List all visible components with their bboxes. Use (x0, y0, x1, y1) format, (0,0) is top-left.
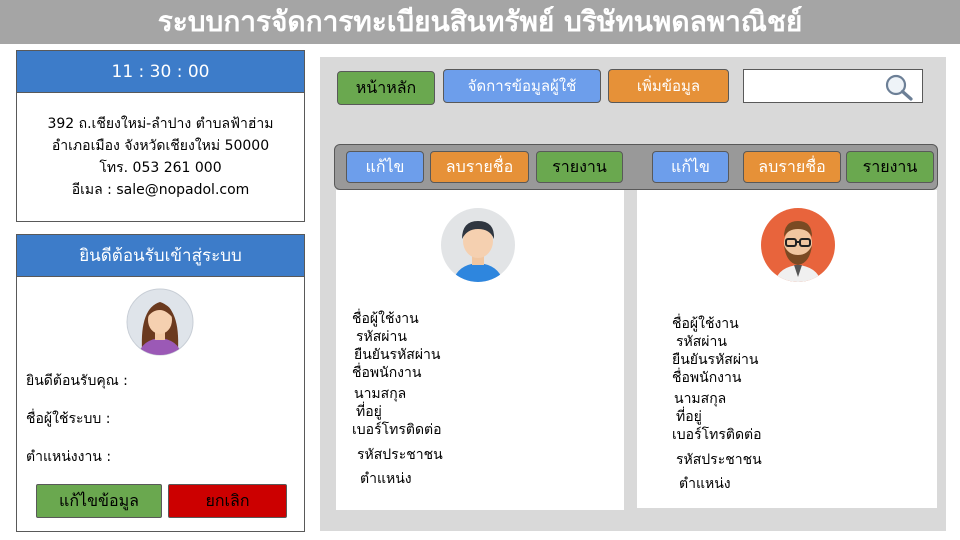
field-password: รหัสผ่าน (676, 334, 727, 350)
field-password: รหัสผ่าน (356, 329, 407, 345)
user-avatar-icon (126, 288, 194, 356)
page-title: ระบบการจัดการทะเบียนสินทรัพย์ บริษัทนพดล… (157, 5, 803, 38)
info-panel: 11 : 30 : 00 392 ถ.เชียงใหม่-ลำปาง ตำบลฟ… (16, 50, 305, 222)
phone-text: โทร. 053 261 000 (99, 160, 222, 176)
address-line-1: 392 ถ.เชียงใหม่-ลำปาง ตำบลฟ้าฮ่าม (47, 116, 274, 132)
field-citizen-id: รหัสประชาชน (357, 447, 443, 463)
manage-users-button[interactable]: จัดการข้อมูลผู้ใช้ (443, 69, 601, 103)
field-employee-name: ชื่อพนักงาน (672, 370, 742, 386)
card-1-fields: ชื่อผู้ใช้งาน รหัสผ่าน ยืนยันรหัสผ่าน ชื… (352, 310, 443, 488)
field-surname: นามสกุล (354, 386, 407, 402)
welcome-user-label: ยินดีต้อนรับคุณ : (26, 373, 128, 389)
card-1-edit-button[interactable]: แก้ไข (346, 151, 424, 183)
field-citizen-id: รหัสประชาชน (676, 452, 762, 468)
clock-header: 11 : 30 : 00 (17, 51, 304, 93)
home-button[interactable]: หน้าหลัก (337, 71, 435, 105)
welcome-header: ยินดีต้อนรับเข้าสู่ระบบ (17, 235, 304, 277)
card-1-report-button[interactable]: รายงาน (536, 151, 623, 183)
field-employee-name: ชื่อพนักงาน (352, 365, 422, 381)
card-2-delete-button[interactable]: ลบรายชื่อ (743, 151, 841, 183)
address-line-2: อำเภอเมือง จังหวัดเชียงใหม่ 50000 (51, 138, 270, 154)
male-avatar-icon (441, 208, 515, 282)
card-2-edit-button[interactable]: แก้ไข (652, 151, 729, 183)
field-surname: นามสกุล (674, 391, 727, 407)
position-label: ตำแหน่งงาน : (26, 449, 112, 465)
add-data-button[interactable]: เพิ่มข้อมูล (608, 69, 729, 103)
field-position: ตำแหน่ง (679, 476, 731, 492)
cancel-button[interactable]: ยกเลิก (168, 484, 287, 518)
edit-profile-button[interactable]: แก้ไขข้อมูล (36, 484, 162, 518)
username-label: ชื่อผู้ใช้ระบบ : (26, 411, 111, 427)
clock-time: 11 : 30 : 00 (111, 62, 210, 82)
card-1-delete-button[interactable]: ลบรายชื่อ (430, 151, 529, 183)
field-username: ชื่อผู้ใช้งาน (352, 311, 419, 327)
field-phone: เบอร์โทรติดต่อ (672, 427, 762, 443)
field-position: ตำแหน่ง (360, 471, 412, 487)
card-2-fields: ชื่อผู้ใช้งาน รหัสผ่าน ยืนยันรหัสผ่าน ชื… (672, 315, 762, 493)
field-address: ที่อยู่ (356, 404, 382, 420)
search-icon[interactable] (884, 73, 914, 101)
email-text: อีเมล : sale@nopadol.com (71, 182, 250, 198)
welcome-title: ยินดีต้อนรับเข้าสู่ระบบ (79, 246, 242, 266)
field-address: ที่อยู่ (676, 409, 702, 425)
field-confirm-password: ยืนยันรหัสผ่าน (354, 347, 441, 363)
field-phone: เบอร์โทรติดต่อ (352, 422, 442, 438)
field-username: ชื่อผู้ใช้งาน (672, 316, 739, 332)
bearded-avatar-icon (761, 208, 835, 282)
field-confirm-password: ยืนยันรหัสผ่าน (672, 352, 759, 368)
card-2-report-button[interactable]: รายงาน (846, 151, 934, 183)
